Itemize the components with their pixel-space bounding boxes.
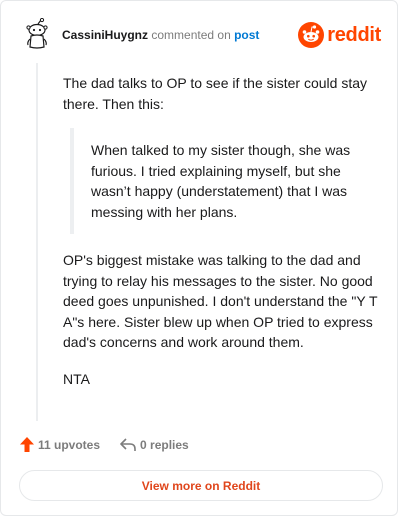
comment-body: The dad talks to OP to see if the sister… (63, 73, 379, 389)
blockquote: When talked to my sister though, she was… (70, 128, 379, 234)
reddit-wordmark: reddit (327, 23, 381, 46)
view-more-on-reddit-button[interactable]: View more on Reddit (19, 470, 383, 501)
reply-count: 0 replies (140, 437, 189, 452)
comment-main-paragraph: OP's biggest mistake was talking to the … (63, 252, 378, 350)
reddit-logo[interactable]: reddit (298, 22, 381, 48)
reply-arrow-icon (120, 437, 136, 451)
author-username[interactable]: CassiniHuygnz (62, 28, 148, 42)
upvote-count: 11 upvotes (38, 437, 101, 452)
thread-line[interactable] (36, 63, 38, 421)
comment-actions: 11 upvotes 0 replies (20, 437, 189, 452)
verdict-text: NTA (63, 370, 90, 387)
embedded-comment-card: CassiniHuygnz commented on post reddit T… (0, 0, 398, 516)
upvote-arrow-icon (20, 437, 34, 452)
comment-meta: CassiniHuygnz commented on post (62, 27, 259, 43)
replies-button[interactable]: 0 replies (120, 438, 189, 452)
upvote-button[interactable]: 11 upvotes (20, 437, 100, 452)
quote-text: When talked to my sister though, she was… (91, 142, 351, 220)
comment-intro-paragraph: The dad talks to OP to see if the sister… (63, 75, 368, 112)
reddit-alien-icon (298, 22, 325, 48)
commented-on-text: commented on (151, 28, 231, 42)
snoo-avatar-icon[interactable] (20, 18, 54, 52)
post-link[interactable]: post (234, 28, 259, 42)
comment-header: CassiniHuygnz commented on post reddit (20, 18, 381, 52)
